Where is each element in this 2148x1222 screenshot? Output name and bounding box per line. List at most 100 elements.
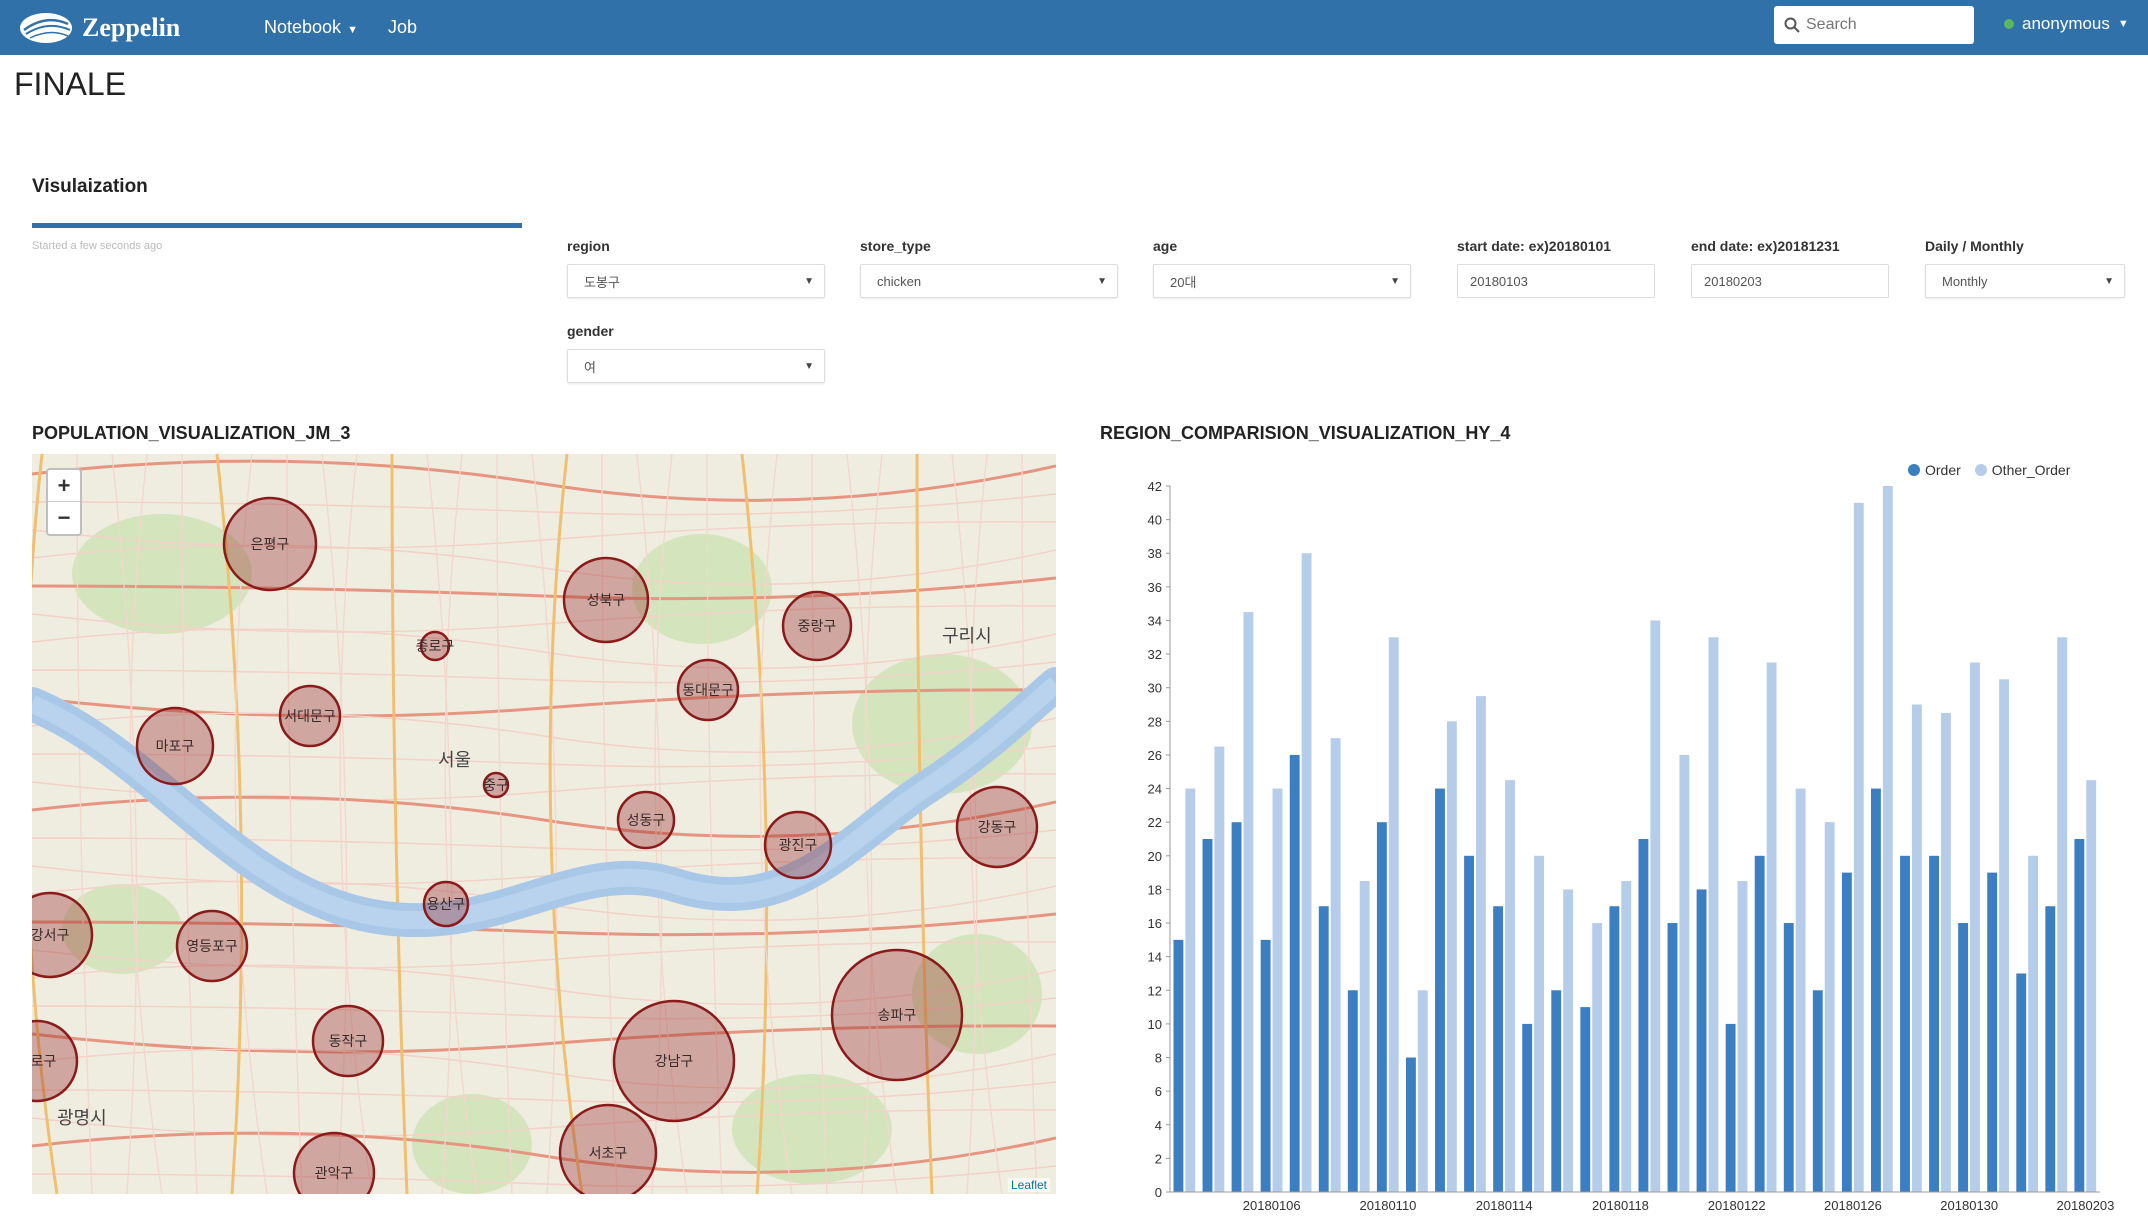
bar-order[interactable] [1725,1023,1736,1192]
bar-order[interactable] [1667,923,1678,1192]
bar-other-order[interactable] [1563,889,1574,1192]
bar-other-order[interactable] [1940,712,1951,1192]
bar-other-order[interactable] [1243,612,1254,1192]
bar-order[interactable] [2016,973,2027,1192]
note-title[interactable]: FINALE [14,66,126,103]
bar-other-order[interactable] [2057,637,2068,1192]
bar-other-order[interactable] [1824,822,1835,1192]
bar-other-order[interactable] [1534,855,1544,1192]
bar-order[interactable] [1754,855,1765,1192]
bar-other-order[interactable] [1272,788,1283,1192]
bar-order[interactable] [1580,1007,1591,1192]
bar-order[interactable] [1522,1023,1533,1192]
district-circle[interactable]: 서대문구 [278,684,342,748]
bar-other-order[interactable] [2086,780,2097,1192]
bar-other-order[interactable] [1911,704,1922,1192]
bar-other-order[interactable] [1999,679,2009,1192]
job-link[interactable]: Job [388,17,417,38]
district-circle[interactable]: 동작구 [311,1004,385,1078]
bar-other-order[interactable] [1679,754,1690,1192]
gender-select[interactable]: 여 ▼ [567,349,825,383]
population-map[interactable]: 은평구 성북구 중랑구 동대문구 서대문구 마포구 종로구 중구 성동구 광진구 강동구 용산구 영등포… [32,454,1056,1194]
bar-other-order[interactable] [1708,637,1719,1192]
bar-order[interactable] [2074,839,2085,1192]
bar-order[interactable] [1987,872,1998,1192]
paragraph-title[interactable]: Visulaization [32,176,148,198]
bar-order[interactable] [1289,754,1300,1192]
bar-other-order[interactable] [1214,746,1225,1192]
bar-order[interactable] [1376,822,1387,1192]
bar-other-order[interactable] [1592,923,1603,1192]
brand[interactable]: Zeppelin [18,8,228,48]
bar-other-order[interactable] [1970,662,1980,1193]
zoom-in-button[interactable]: + [48,470,80,502]
period-select[interactable]: Monthly ▼ [1925,264,2125,298]
search-box[interactable] [1774,6,1974,44]
district-circle[interactable]: 마포구 [135,706,215,786]
start-date-input[interactable] [1457,264,1655,298]
zoom-out-button[interactable]: − [48,502,80,534]
bar-order[interactable] [1900,855,1910,1192]
bar-order[interactable] [1551,990,1562,1192]
age-select[interactable]: 20대 ▼ [1153,264,1411,298]
bar-order[interactable] [1812,990,1823,1192]
bar-order[interactable] [1870,788,1881,1192]
user-menu[interactable]: anonymous ▼ [2004,14,2129,34]
bar-other-order[interactable] [1766,662,1777,1193]
bar-order[interactable] [1609,906,1620,1192]
bar-order[interactable] [1696,889,1707,1192]
bar-order[interactable] [1347,990,1358,1192]
bar-other-order[interactable] [2028,855,2039,1192]
district-circle[interactable]: 성북구 [562,556,650,644]
district-circle[interactable]: 송파구 [830,948,964,1082]
district-circle[interactable]: 동대문구 [676,658,740,722]
end-date-input[interactable] [1691,264,1889,298]
district-circle[interactable]: 광진구 [763,810,833,880]
map-title[interactable]: POPULATION_VISUALIZATION_JM_3 [32,423,350,444]
district-circle[interactable]: 중구 [482,771,510,799]
chart-title[interactable]: REGION_COMPARISION_VISUALIZATION_HY_4 [1100,423,1510,444]
district-circle[interactable]: 서초구 [558,1103,658,1194]
bar-order[interactable] [1493,906,1504,1192]
bar-other-order[interactable] [1417,990,1428,1192]
bar-other-order[interactable] [1882,486,1893,1192]
bar-order[interactable] [1464,855,1474,1192]
map-tiles[interactable]: 은평구성북구중랑구동대문구서대문구마포구 종로구중구성동구광진구 강동구용산구영등포… [32,454,1056,1194]
region-select[interactable]: 도봉구 ▼ [567,264,825,298]
bar-other-order[interactable] [1650,620,1661,1192]
district-circle[interactable]: 은평구 [222,496,318,592]
store-type-select[interactable]: chicken ▼ [860,264,1118,298]
bar-other-order[interactable] [1446,721,1457,1192]
search-input[interactable] [1806,16,1966,34]
bar-order[interactable] [1260,939,1271,1192]
bar-order[interactable] [1405,1057,1416,1192]
bar-other-order[interactable] [1475,696,1486,1192]
bar-other-order[interactable] [1185,788,1196,1192]
bar-order[interactable] [1841,872,1852,1192]
notebook-menu[interactable]: Notebook ▼ [264,17,358,38]
district-circle[interactable]: 강남구 [612,999,736,1123]
bar-order[interactable] [1435,788,1445,1192]
bar-other-order[interactable] [1359,881,1370,1192]
bar-order[interactable] [1638,839,1649,1192]
bar-order[interactable] [1318,906,1329,1192]
map-attribution[interactable]: Leaflet [1007,1178,1050,1192]
district-circle[interactable]: 강동구 [955,785,1039,869]
bar-order[interactable] [2045,906,2056,1192]
district-circle[interactable]: 중랑구 [781,590,853,662]
district-circle[interactable]: 성동구 [616,790,676,850]
district-circle[interactable]: 용산구 [422,880,470,928]
bar-other-order[interactable] [1330,738,1341,1192]
bar-other-order[interactable] [1621,881,1632,1192]
district-circle[interactable]: 영등포구 [175,909,249,983]
bar-order[interactable] [1783,923,1794,1192]
bar-order[interactable] [1173,939,1184,1192]
bar-other-order[interactable] [1795,788,1806,1192]
bar-other-order[interactable] [1388,637,1399,1192]
bar-other-order[interactable] [1737,881,1748,1192]
bar-order[interactable] [1231,822,1242,1192]
bar-other-order[interactable] [1853,502,1864,1192]
bar-other-order[interactable] [1301,553,1312,1192]
bar-order[interactable] [1929,855,1939,1192]
bar-other-order[interactable] [1505,780,1515,1192]
